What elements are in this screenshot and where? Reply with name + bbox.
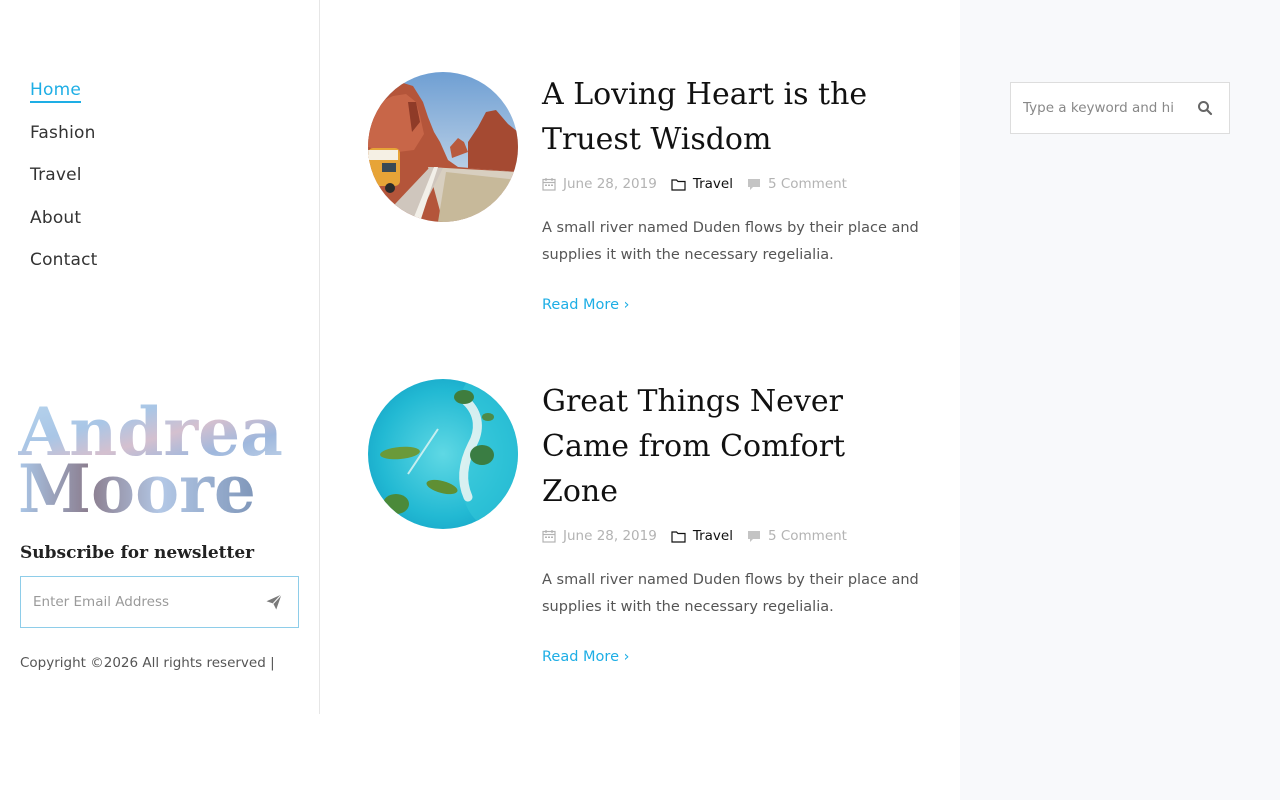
post-title[interactable]: Great Things Never Came from Comfort Zon… xyxy=(542,379,928,514)
newsletter-submit-button[interactable] xyxy=(250,577,298,627)
newsletter-title: Subscribe for newsletter xyxy=(20,543,255,563)
post-body: A Loving Heart is the Truest Wisdom June… xyxy=(542,72,928,313)
site-logo[interactable]: Andrea Moore xyxy=(17,385,298,528)
post-thumbnail[interactable] xyxy=(368,379,518,529)
post-comments-text: 5 Comment xyxy=(767,176,847,192)
search-form xyxy=(1010,82,1230,134)
read-more-text: Read More xyxy=(542,649,619,665)
turquoise-islands-photo xyxy=(368,379,518,529)
post-meta: June 28, 2019 Travel 5 Comment xyxy=(542,526,928,546)
left-sidebar: Home Fashion Travel About Contact Andrea… xyxy=(0,0,320,714)
post-comments[interactable]: 5 Comment xyxy=(747,528,847,544)
paper-plane-icon xyxy=(266,594,282,610)
newsletter-email-input[interactable] xyxy=(21,577,250,627)
post-comments[interactable]: 5 Comment xyxy=(747,176,847,192)
post-category[interactable]: Travel xyxy=(671,528,733,544)
search-input[interactable] xyxy=(1011,83,1181,133)
nav-link-travel[interactable]: Travel xyxy=(30,163,82,185)
canyon-road-photo xyxy=(368,72,518,222)
post-category[interactable]: Travel xyxy=(671,176,733,192)
post-title[interactable]: A Loving Heart is the Truest Wisdom xyxy=(542,72,928,162)
comment-icon xyxy=(747,530,760,542)
post-comments-text: 5 Comment xyxy=(767,528,847,544)
post-category-text: Travel xyxy=(692,176,733,192)
logo-image: Andrea Moore xyxy=(17,393,283,528)
search-icon xyxy=(1198,101,1213,116)
post-list: A Loving Heart is the Truest Wisdom June… xyxy=(320,0,960,800)
post-meta: June 28, 2019 Travel 5 Comment xyxy=(542,174,928,194)
nav-link-fashion[interactable]: Fashion xyxy=(30,121,96,143)
post-category-text: Travel xyxy=(692,528,733,544)
read-more-link[interactable]: Read More › xyxy=(542,297,629,313)
nav-link-home[interactable]: Home xyxy=(30,78,82,103)
logo-line-2: Moore xyxy=(18,450,256,519)
post-date-text: June 28, 2019 xyxy=(563,176,657,192)
nav-link-about[interactable]: About xyxy=(30,206,81,228)
post-thumbnail[interactable] xyxy=(368,72,518,222)
comment-icon xyxy=(747,178,760,190)
read-more-link[interactable]: Read More › xyxy=(542,649,629,665)
post-date-text: June 28, 2019 xyxy=(563,528,657,544)
chevron-right-icon: › xyxy=(623,297,630,313)
calendar-icon xyxy=(542,178,556,191)
right-sidebar xyxy=(960,0,1280,800)
post-body: Great Things Never Came from Comfort Zon… xyxy=(542,379,928,665)
nav-item-home: Home xyxy=(30,78,98,121)
post-excerpt: A small river named Duden flows by their… xyxy=(542,220,919,263)
search-button[interactable] xyxy=(1181,83,1229,133)
calendar-icon xyxy=(542,530,556,543)
nav-item-travel: Travel xyxy=(30,163,98,206)
nav-link-contact[interactable]: Contact xyxy=(30,248,98,270)
nav-item-contact: Contact xyxy=(30,248,98,291)
nav-item-fashion: Fashion xyxy=(30,121,98,164)
newsletter-form xyxy=(20,576,299,628)
chevron-right-icon: › xyxy=(623,649,630,665)
post-date: June 28, 2019 xyxy=(542,528,657,544)
main-nav: Home Fashion Travel About Contact xyxy=(30,78,98,291)
post-excerpt: A small river named Duden flows by their… xyxy=(542,572,919,615)
copyright-text: Copyright ©2026 All rights reserved | xyxy=(20,655,275,671)
nav-item-about: About xyxy=(30,206,98,249)
folder-icon xyxy=(671,178,686,191)
read-more-text: Read More xyxy=(542,297,619,313)
folder-icon xyxy=(671,530,686,543)
post-date: June 28, 2019 xyxy=(542,176,657,192)
